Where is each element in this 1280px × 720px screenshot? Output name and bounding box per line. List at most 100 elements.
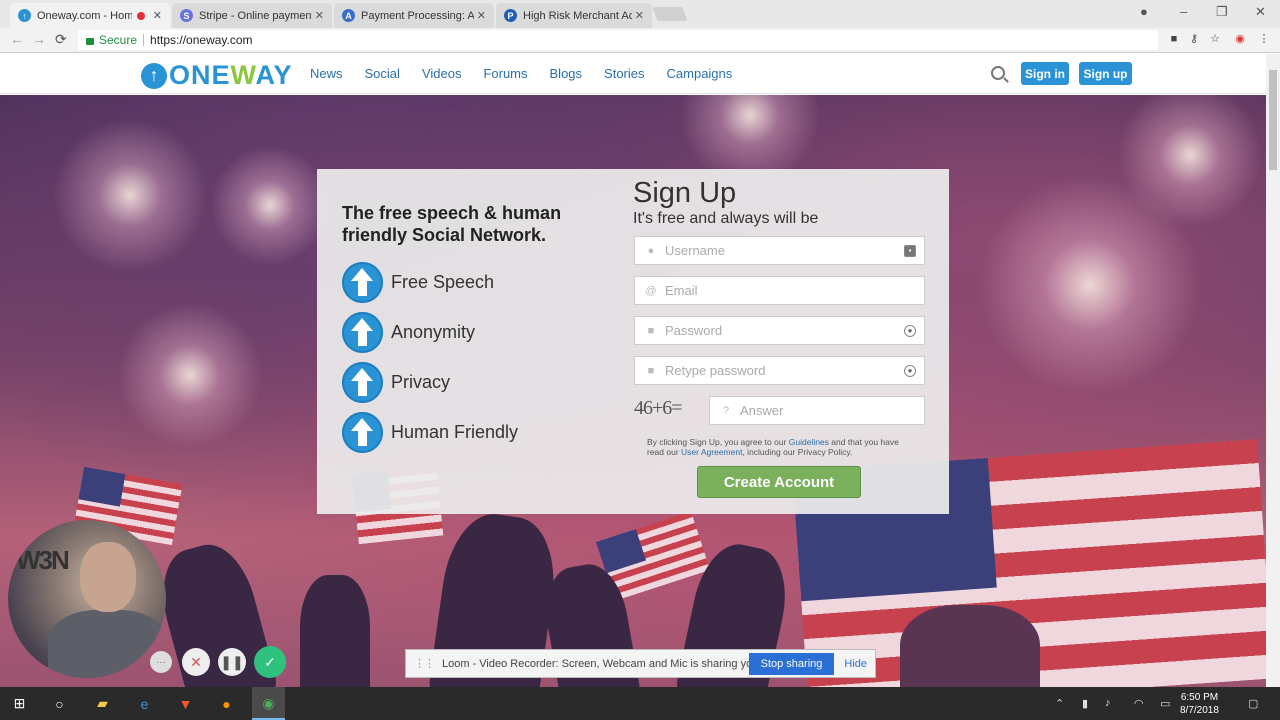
- back-arrow-icon[interactable]: ←: [10, 31, 24, 47]
- paypal-favicon-icon: P: [504, 9, 517, 22]
- secure-label: Secure: [99, 33, 138, 47]
- flag-canton: [78, 466, 126, 508]
- extension-icon[interactable]: ◉: [1234, 33, 1246, 45]
- nav-campaigns[interactable]: Campaigns: [667, 66, 733, 81]
- profile-icon[interactable]: ●: [1140, 4, 1148, 19]
- question-icon: ?: [722, 404, 730, 417]
- firefox-icon[interactable]: ●: [217, 694, 236, 713]
- page-scrollbar[interactable]: [1266, 54, 1280, 687]
- show-password-icon[interactable]: ●: [904, 364, 916, 377]
- chrome-icon[interactable]: ◉: [259, 694, 278, 713]
- tab-payment-processing[interactable]: A Payment Processing: Acc ✕: [334, 3, 494, 28]
- minimize-icon[interactable]: –: [1180, 4, 1187, 19]
- firework-burst: [100, 295, 280, 455]
- loom-more-icon[interactable]: ···: [150, 651, 172, 673]
- nav-blogs[interactable]: Blogs: [550, 66, 583, 81]
- address-bar[interactable]: Secure https://oneway.com: [78, 30, 1158, 50]
- file-explorer-icon[interactable]: ▰: [93, 694, 112, 713]
- search-icon[interactable]: [991, 66, 1005, 80]
- close-icon[interactable]: ✕: [635, 9, 644, 22]
- close-icon[interactable]: ✕: [477, 9, 486, 22]
- share-message: Loom - Video Recorder: Screen, Webcam an…: [442, 657, 749, 670]
- user-icon: ●: [647, 244, 655, 257]
- forward-arrow-icon[interactable]: →: [32, 31, 46, 47]
- up-arrow-icon: [342, 412, 383, 453]
- battery-icon[interactable]: ▭: [1160, 697, 1170, 710]
- start-windows-icon[interactable]: ⊞: [10, 694, 29, 713]
- cam-background-sign: W3N: [16, 545, 70, 575]
- password-manager-icon[interactable]: ▪: [904, 244, 916, 257]
- logo-part-one: ONE: [169, 60, 231, 90]
- user-agreement-link[interactable]: User Agreement: [681, 447, 742, 457]
- sign-up-button[interactable]: Sign up: [1079, 62, 1132, 85]
- tray-overflow-icon[interactable]: ⌃: [1055, 697, 1064, 710]
- lock-icon: [86, 37, 94, 45]
- paysite-favicon-icon: A: [342, 9, 355, 22]
- drag-handle-icon[interactable]: ⋮⋮: [414, 657, 435, 670]
- nav-videos[interactable]: Videos: [422, 66, 462, 81]
- edge-browser-icon[interactable]: e: [135, 694, 154, 713]
- up-arrow-icon: [342, 312, 383, 353]
- cortana-search-icon[interactable]: ○: [50, 694, 69, 713]
- hide-link[interactable]: Hide: [844, 658, 867, 670]
- captcha-answer-input[interactable]: [740, 403, 924, 418]
- retype-password-input[interactable]: [665, 363, 904, 378]
- guidelines-link[interactable]: Guidelines: [789, 437, 829, 447]
- nav-social[interactable]: Social: [365, 66, 400, 81]
- notifications-icon[interactable]: ▢: [1248, 697, 1258, 710]
- wifi-icon[interactable]: ◠: [1134, 697, 1144, 710]
- oneway-logo[interactable]: ↑ ONEWAY: [141, 60, 293, 91]
- cam-person-head: [80, 542, 136, 612]
- star-icon[interactable]: ☆: [1209, 33, 1221, 45]
- site-header: ↑ ONEWAY News Social Videos Forums Blogs…: [0, 54, 1266, 94]
- nav-forums[interactable]: Forums: [483, 66, 527, 81]
- tab-stripe[interactable]: S Stripe - Online payment p ✕: [172, 3, 332, 28]
- window-close-icon[interactable]: ✕: [1255, 4, 1266, 20]
- loom-finish-icon[interactable]: ✓: [254, 646, 286, 678]
- stop-sharing-button[interactable]: Stop sharing: [748, 652, 835, 675]
- close-icon[interactable]: ✕: [315, 9, 324, 22]
- retype-password-field[interactable]: ■ ●: [634, 356, 925, 385]
- close-icon[interactable]: ✕: [153, 9, 162, 22]
- camera-icon[interactable]: ■: [1168, 33, 1180, 45]
- nav-news[interactable]: News: [310, 66, 343, 81]
- feature-label: Anonymity: [391, 322, 476, 342]
- brave-browser-icon[interactable]: ▼: [176, 694, 195, 713]
- maximize-icon[interactable]: ❐: [1216, 4, 1228, 20]
- create-account-button[interactable]: Create Account: [697, 466, 861, 498]
- oneway-favicon-icon: ↑: [18, 9, 31, 22]
- url-text: https://oneway.com: [150, 33, 253, 47]
- logo-part-w: W: [230, 60, 256, 90]
- system-clock[interactable]: 6:50 PM 8/7/2018: [1180, 691, 1219, 717]
- tab-oneway-home[interactable]: ↑ Oneway.com - Home ✕: [10, 3, 170, 28]
- feature-human-friendly: Human Friendly: [342, 412, 518, 453]
- loom-pause-icon[interactable]: ❚❚: [218, 648, 246, 676]
- key-icon[interactable]: ⚷: [1188, 33, 1200, 45]
- loom-cancel-icon[interactable]: ✕: [182, 648, 210, 676]
- menu-kebab-icon[interactable]: ⋮: [1258, 33, 1270, 45]
- nav-stories[interactable]: Stories: [604, 66, 644, 81]
- reload-icon[interactable]: ⟳: [55, 31, 67, 48]
- crowd-silhouette: [900, 605, 1040, 687]
- username-input[interactable]: [665, 243, 904, 258]
- email-input[interactable]: [665, 283, 924, 298]
- volume-icon[interactable]: ♪: [1105, 697, 1111, 709]
- stripe-favicon-icon: S: [180, 9, 193, 22]
- tab-high-risk-merchant[interactable]: P High Risk Merchant Acco ✕: [496, 3, 652, 28]
- password-field[interactable]: ■ ●: [634, 316, 925, 345]
- logo-arrow-icon: ↑: [141, 62, 167, 89]
- captcha-answer-field[interactable]: ?: [709, 396, 925, 425]
- new-tab-button[interactable]: [652, 7, 688, 21]
- username-field[interactable]: ● ▪: [634, 236, 925, 265]
- loom-webcam-bubble[interactable]: W3N: [8, 520, 166, 678]
- sign-in-button[interactable]: Sign in: [1021, 62, 1069, 85]
- lock-icon: ■: [647, 364, 655, 377]
- captcha-question: 46+6=: [634, 397, 683, 419]
- usb-icon[interactable]: ▮: [1082, 697, 1088, 710]
- scrollbar-thumb[interactable]: [1269, 70, 1277, 170]
- password-input[interactable]: [665, 323, 904, 338]
- feature-anonymity: Anonymity: [342, 312, 475, 353]
- signup-title: Sign Up: [633, 177, 737, 209]
- email-field[interactable]: @: [634, 276, 925, 305]
- show-password-icon[interactable]: ●: [904, 324, 916, 337]
